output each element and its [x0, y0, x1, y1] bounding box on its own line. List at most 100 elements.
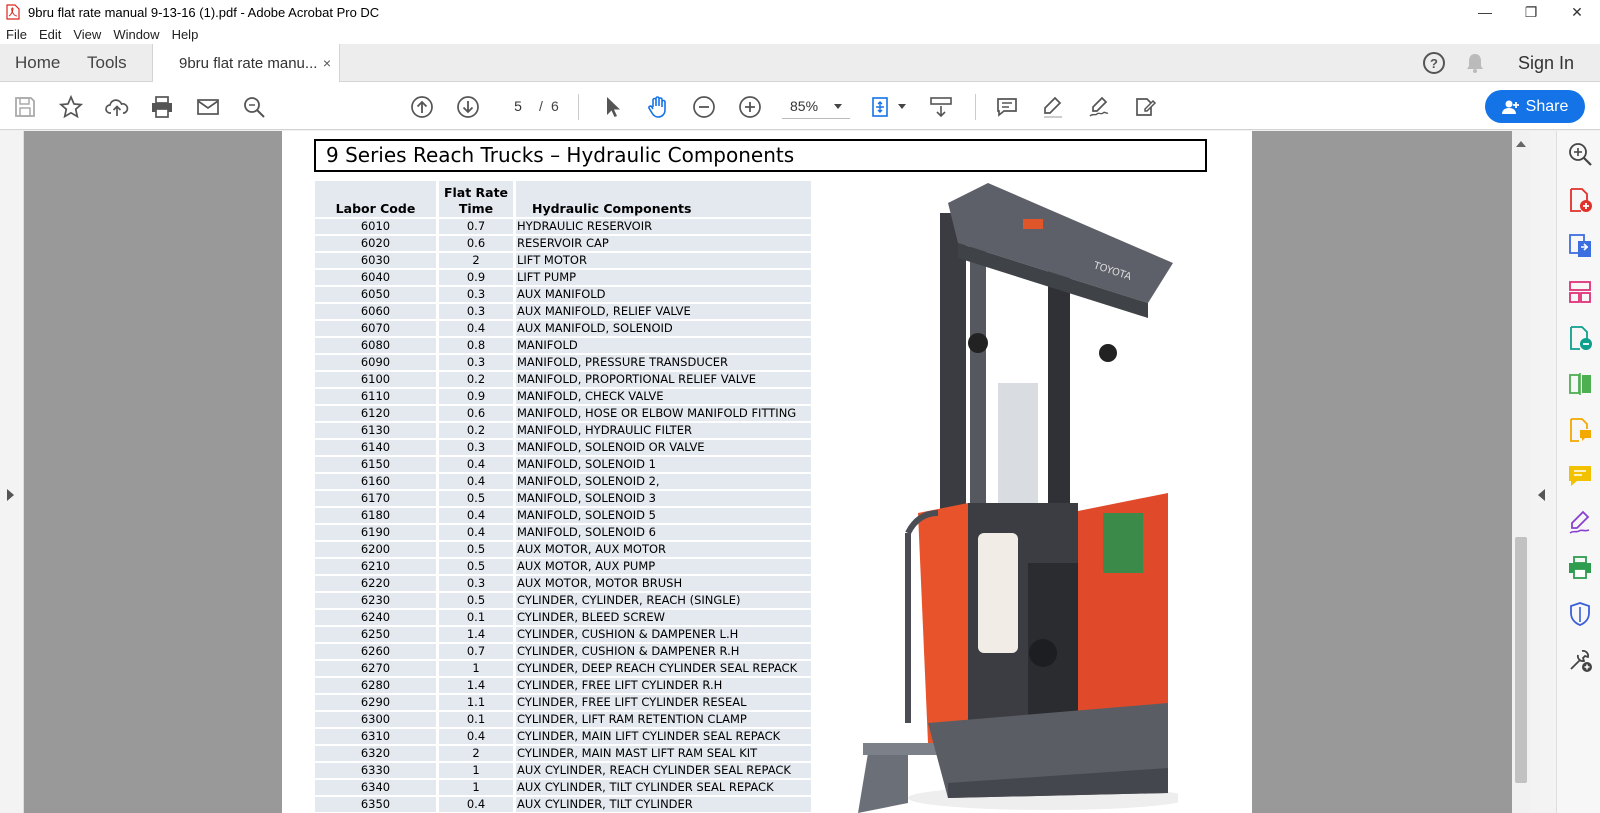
labor-code-cell: 6270: [315, 659, 439, 676]
page-heading: 9 Series Reach Trucks – Hydraulic Compon…: [314, 139, 1207, 172]
flat-rate-cell: 0.1: [439, 608, 516, 625]
share-button[interactable]: Share: [1485, 90, 1585, 123]
hand-tool-icon[interactable]: [645, 94, 671, 120]
component-cell: AUX CYLINDER, REACH CYLINDER SEAL REPACK: [516, 761, 814, 778]
flat-rate-cell: 0.9: [439, 387, 516, 404]
flat-rate-cell: 0.4: [439, 727, 516, 744]
component-cell: MANIFOLD, SOLENOID OR VALVE: [516, 438, 814, 455]
table-row: 6070 0.4 AUX MANIFOLD, SOLENOID: [315, 319, 814, 336]
bookmark-star-icon[interactable]: [58, 94, 84, 120]
sign-in-button[interactable]: Sign In: [1518, 53, 1574, 74]
create-pdf-icon[interactable]: [1567, 187, 1593, 213]
flat-rate-cell: 0.5: [439, 557, 516, 574]
close-tab-icon[interactable]: ×: [323, 55, 331, 71]
page-number-input[interactable]: 5: [502, 95, 534, 117]
vertical-scrollbar[interactable]: [1512, 131, 1530, 813]
notifications-bell-icon[interactable]: [1465, 52, 1485, 79]
protect-shield-icon[interactable]: [1567, 601, 1593, 627]
expand-left-icon[interactable]: [7, 489, 14, 501]
restore-button[interactable]: ❐: [1508, 0, 1554, 24]
more-tools-icon[interactable]: [1567, 647, 1593, 673]
zoom-dropdown-chevron-icon[interactable]: [834, 104, 842, 109]
labor-code-cell: 6110: [315, 387, 439, 404]
scroll-up-icon[interactable]: [1516, 141, 1526, 147]
flat-rate-cell: 0.5: [439, 540, 516, 557]
next-page-icon[interactable]: [455, 94, 481, 120]
fill-sign-icon[interactable]: [1132, 94, 1158, 120]
flat-rate-cell: 0.3: [439, 302, 516, 319]
save-icon[interactable]: [12, 94, 38, 120]
search-icon[interactable]: [241, 94, 267, 120]
tab-home[interactable]: Home: [15, 53, 60, 73]
component-cell: AUX MANIFOLD, RELIEF VALVE: [516, 302, 814, 319]
table-row: 6150 0.4 MANIFOLD, SOLENOID 1: [315, 455, 814, 472]
fit-page-icon[interactable]: [868, 94, 894, 120]
zoom-out-icon[interactable]: [691, 94, 717, 120]
comment-icon[interactable]: [994, 94, 1020, 120]
component-cell: MANIFOLD, SOLENOID 2,: [516, 472, 814, 489]
flat-rate-cell: 1: [439, 659, 516, 676]
close-window-button[interactable]: ✕: [1554, 0, 1600, 24]
flat-rate-cell: 0.2: [439, 421, 516, 438]
fill-and-sign-icon[interactable]: [1567, 509, 1593, 535]
page-total: 6: [551, 98, 559, 114]
help-icon[interactable]: ?: [1423, 52, 1445, 74]
component-cell: HYDRAULIC RESERVOIR: [516, 217, 814, 234]
labor-code-cell: 6020: [315, 234, 439, 251]
minimize-button[interactable]: —: [1462, 0, 1508, 24]
labor-code-cell: 6130: [315, 421, 439, 438]
labor-code-cell: 6220: [315, 574, 439, 591]
comment-file-icon[interactable]: [1567, 417, 1593, 443]
table-row: 6060 0.3 AUX MANIFOLD, RELIEF VALVE: [315, 302, 814, 319]
component-cell: MANIFOLD, HOSE OR ELBOW MANIFOLD FITTING: [516, 404, 814, 421]
table-row: 6090 0.3 MANIFOLD, PRESSURE TRANSDUCER: [315, 353, 814, 370]
cloud-upload-icon[interactable]: [104, 94, 130, 120]
tab-tools[interactable]: Tools: [87, 53, 127, 73]
flat-rate-cell: 0.2: [439, 370, 516, 387]
labor-code-cell: 6080: [315, 336, 439, 353]
select-cursor-icon[interactable]: [600, 94, 626, 120]
highlight-pen-icon[interactable]: [1040, 94, 1066, 120]
right-pane-toggle[interactable]: [1530, 131, 1556, 813]
component-cell: AUX MANIFOLD, SOLENOID: [516, 319, 814, 336]
component-cell: MANIFOLD, CHECK VALVE: [516, 387, 814, 404]
organize-pages-icon[interactable]: [1567, 279, 1593, 305]
labor-code-cell: 6260: [315, 642, 439, 659]
email-icon[interactable]: [195, 94, 221, 120]
component-cell: AUX MANIFOLD: [516, 285, 814, 302]
print-icon[interactable]: [149, 94, 175, 120]
compare-files-icon[interactable]: [1567, 371, 1593, 397]
scroll-mode-icon[interactable]: [928, 94, 954, 120]
comment-tool-icon[interactable]: [1567, 463, 1593, 489]
zoom-magnifier-icon[interactable]: [1567, 141, 1593, 167]
component-cell: CYLINDER, DEEP REACH CYLINDER SEAL REPAC…: [516, 659, 814, 676]
menu-view[interactable]: View: [67, 27, 107, 42]
menu-edit[interactable]: Edit: [33, 27, 67, 42]
component-cell: CYLINDER, LIFT RAM RETENTION CLAMP: [516, 710, 814, 727]
scrollbar-thumb[interactable]: [1515, 537, 1527, 783]
export-pdf-icon[interactable]: [1567, 233, 1593, 259]
table-row: 6200 0.5 AUX MOTOR, AUX MOTOR: [315, 540, 814, 557]
component-cell: MANIFOLD, HYDRAULIC FILTER: [516, 421, 814, 438]
menu-window[interactable]: Window: [107, 27, 165, 42]
collapse-right-icon[interactable]: [1538, 489, 1545, 501]
labor-code-cell: 6160: [315, 472, 439, 489]
left-pane-toggle[interactable]: [0, 131, 24, 813]
labor-code-cell: 6280: [315, 676, 439, 693]
fit-dropdown-chevron-icon[interactable]: [898, 104, 906, 109]
table-row: 6310 0.4 CYLINDER, MAIN LIFT CYLINDER SEAL…: [315, 727, 814, 744]
component-cell: AUX MOTOR, AUX MOTOR: [516, 540, 814, 557]
menu-bar: File Edit View Window Help: [0, 24, 1600, 44]
tab-document[interactable]: 9bru flat rate manu... ×: [152, 44, 340, 82]
pdf-page[interactable]: 9 Series Reach Trucks – Hydraulic Compon…: [282, 131, 1252, 813]
draw-signature-icon[interactable]: [1086, 94, 1112, 120]
previous-page-icon[interactable]: [409, 94, 435, 120]
print-production-icon[interactable]: [1567, 555, 1593, 581]
component-cell: RESERVOIR CAP: [516, 234, 814, 251]
menu-file[interactable]: File: [0, 27, 33, 42]
table-row: 6110 0.9 MANIFOLD, CHECK VALVE: [315, 387, 814, 404]
component-cell: MANIFOLD, SOLENOID 3: [516, 489, 814, 506]
zoom-in-icon[interactable]: [737, 94, 763, 120]
edit-pdf-icon[interactable]: [1567, 325, 1593, 351]
menu-help[interactable]: Help: [166, 27, 205, 42]
